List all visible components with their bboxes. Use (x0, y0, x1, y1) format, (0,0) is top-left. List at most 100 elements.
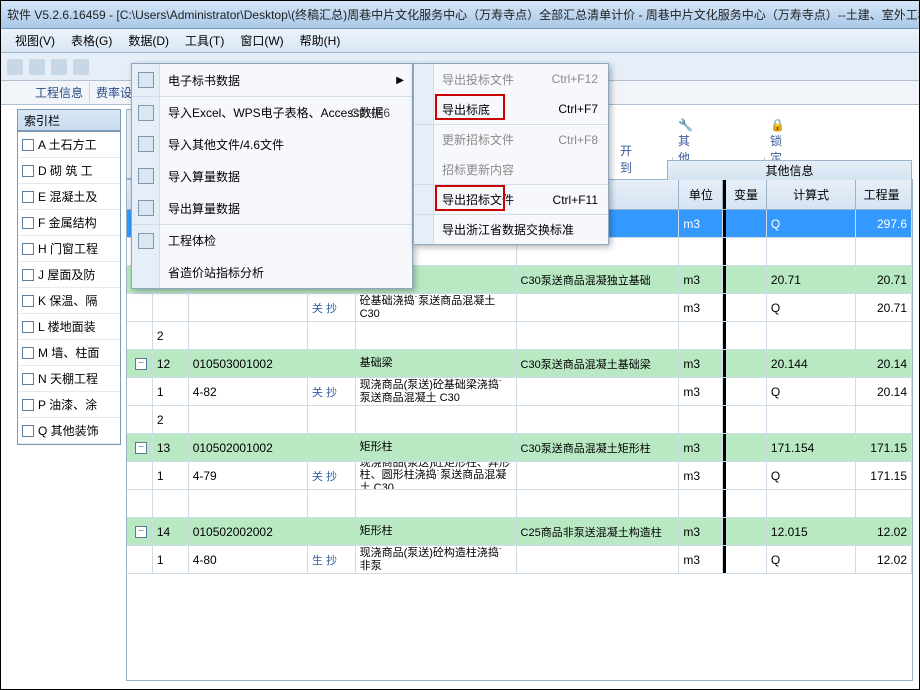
cell-name (356, 322, 517, 349)
tb-icon-4[interactable] (73, 59, 89, 75)
table-row[interactable]: 14-82关 抄现浇商品(泵送)砼基础梁浇捣˙泵送商品混凝土 C30m3Q20.… (127, 378, 912, 406)
tb-icon-2[interactable] (29, 59, 45, 75)
cell-feature (517, 462, 680, 489)
sidebar-header: 索引栏 (17, 109, 121, 131)
cell-expand[interactable] (127, 406, 153, 433)
sub-export-zj[interactable]: 导出浙江省数据交换标准 (414, 214, 608, 244)
sidebar-item[interactable]: K 保温、隔 (18, 288, 120, 314)
th-formula: 计算式 (767, 180, 856, 209)
cell-expand[interactable] (127, 462, 153, 489)
cell-link: 生 抄 (308, 546, 356, 573)
cell-formula: Q (767, 294, 856, 321)
cell-expand[interactable]: − (127, 350, 153, 377)
menu-import-qty[interactable]: 导入算量数据 (132, 160, 412, 192)
menu-physical[interactable]: 工程体检 (132, 224, 412, 256)
cell-expand[interactable] (127, 490, 153, 517)
table-row[interactable]: −14010502002002矩形柱C25商品非泵送混凝土构造柱m312.015… (127, 518, 912, 546)
sidebar-item[interactable]: H 门窗工程 (18, 236, 120, 262)
cell-expand[interactable] (127, 546, 153, 573)
cell-var (723, 378, 767, 405)
menu-help[interactable]: 帮助(H) (292, 30, 349, 51)
tb-icon-3[interactable] (51, 59, 67, 75)
sidebar-item[interactable]: M 墙、柱面 (18, 340, 120, 366)
sidebar-item[interactable]: N 天棚工程 (18, 366, 120, 392)
cell-link (308, 406, 356, 433)
cell-qty: 171.15 (856, 434, 912, 461)
import-icon (138, 136, 154, 152)
table-row[interactable]: 2 (127, 406, 912, 434)
menu-label: 导出投标文件 (442, 71, 514, 88)
menu-import-excel[interactable]: 导入Excel、WPS电子表格、Access数据 Ctrl+F6 (132, 96, 412, 128)
tb-icon-1[interactable] (7, 59, 23, 75)
sidebar-item[interactable]: L 楼地面装 (18, 314, 120, 340)
table-row[interactable]: 2 (127, 322, 912, 350)
table-row[interactable] (127, 490, 912, 518)
th-unit: 单位 (679, 180, 723, 209)
sidebar-item[interactable]: F 金属结构 (18, 210, 120, 236)
cell-var (723, 462, 767, 489)
table-row[interactable]: −12010503001002基础梁C30泵送商品混凝土基础梁m320.1442… (127, 350, 912, 378)
cell-expand[interactable] (127, 294, 153, 321)
cell-var (723, 266, 767, 293)
checkbox-icon (22, 347, 34, 359)
cell-formula (767, 490, 856, 517)
checkbox-icon (22, 191, 34, 203)
menu-view[interactable]: 视图(V) (7, 30, 63, 51)
cell-expand[interactable]: − (127, 518, 153, 545)
cell-formula: Q (767, 378, 856, 405)
tab-project-info[interactable]: 工程信息 (29, 82, 90, 103)
sub-bid-update-content[interactable]: 招标更新内容 (414, 154, 608, 184)
table-row[interactable]: 14-80生 抄现浇商品(泵送)砼构造柱浇捣˙非泵m3Q12.02 (127, 546, 912, 574)
sub-export-tender-file[interactable]: 导出投标文件 Ctrl+F12 (414, 64, 608, 94)
cell-feature: C30泵送商品混凝土基础梁 (517, 350, 680, 377)
cell-qty: 20.71 (856, 266, 912, 293)
menu-data[interactable]: 数据(D) (120, 30, 177, 51)
cell-var (723, 238, 767, 265)
sidebar-item[interactable]: Q 其他装饰 (18, 418, 120, 444)
cell-code (189, 322, 308, 349)
cell-code (189, 490, 308, 517)
sidebar-item-label: N 天棚工程 (38, 370, 98, 387)
table-row[interactable]: 关 抄砼基础浇捣˙泵送商品混凝土 C30m3Q20.71 (127, 294, 912, 322)
cell-var (723, 406, 767, 433)
sidebar-item[interactable]: E 混凝土及 (18, 184, 120, 210)
sub-update-bid-file[interactable]: 更新招标文件 Ctrl+F8 (414, 124, 608, 154)
menu-window[interactable]: 窗口(W) (232, 30, 291, 51)
electronic-tender-submenu: 导出投标文件 Ctrl+F12 导出标底 Ctrl+F7 更新招标文件 Ctrl… (413, 63, 609, 245)
menu-shortcut: Ctrl+F12 (552, 72, 598, 86)
sidebar-item[interactable]: D 砌 筑 工 (18, 158, 120, 184)
table-row[interactable]: −13010502001002矩形柱C30泵送商品混凝土矩形柱m3171.154… (127, 434, 912, 462)
cell-name (356, 490, 517, 517)
table-row[interactable]: 14-79关 抄现浇商品(泵送)砼矩形柱、异形柱、圆形柱浇捣˙泵送商品混凝土 C… (127, 462, 912, 490)
cell-expand[interactable]: − (127, 434, 153, 461)
cell-formula: Q (767, 462, 856, 489)
menu-shortcut: Ctrl+F11 (553, 193, 598, 207)
cell-unit: m3 (679, 210, 723, 237)
menu-export-qty[interactable]: 导出算量数据 (132, 192, 412, 224)
sidebar-item-label: K 保温、隔 (38, 292, 97, 309)
cell-name: 矩形柱 (356, 434, 517, 461)
menu-electronic-tender[interactable]: 电子标书数据 ▶ (132, 64, 412, 96)
cell-qty (856, 322, 912, 349)
menu-cost-station[interactable]: 省造价站指标分析 (132, 256, 412, 288)
cell-expand[interactable] (127, 378, 153, 405)
cell-expand[interactable] (127, 322, 153, 349)
sidebar-item[interactable]: P 油漆、涂 (18, 392, 120, 418)
menu-tools[interactable]: 工具(T) (177, 30, 232, 51)
th-variable: 变量 (723, 180, 767, 209)
sidebar-item-label: F 金属结构 (38, 214, 97, 231)
menu-shortcut: Ctrl+F8 (558, 133, 598, 147)
sidebar-item[interactable]: J 屋面及防 (18, 262, 120, 288)
sub-export-base[interactable]: 导出标底 Ctrl+F7 (414, 94, 608, 124)
checkbox-icon (22, 373, 34, 385)
menu-table[interactable]: 表格(G) (63, 30, 120, 51)
menu-import-other[interactable]: 导入其他文件/4.6文件 (132, 128, 412, 160)
cell-link (308, 350, 356, 377)
menu-label: 导出招标文件 (442, 191, 514, 208)
sub-export-bid-file[interactable]: 导出招标文件 Ctrl+F11 (414, 184, 608, 214)
cell-link (308, 434, 356, 461)
sidebar-item[interactable]: A 土石方工 (18, 132, 120, 158)
checkbox-icon (22, 295, 34, 307)
cell-unit: m3 (679, 266, 723, 293)
sidebar-item-label: D 砌 筑 工 (38, 162, 93, 179)
